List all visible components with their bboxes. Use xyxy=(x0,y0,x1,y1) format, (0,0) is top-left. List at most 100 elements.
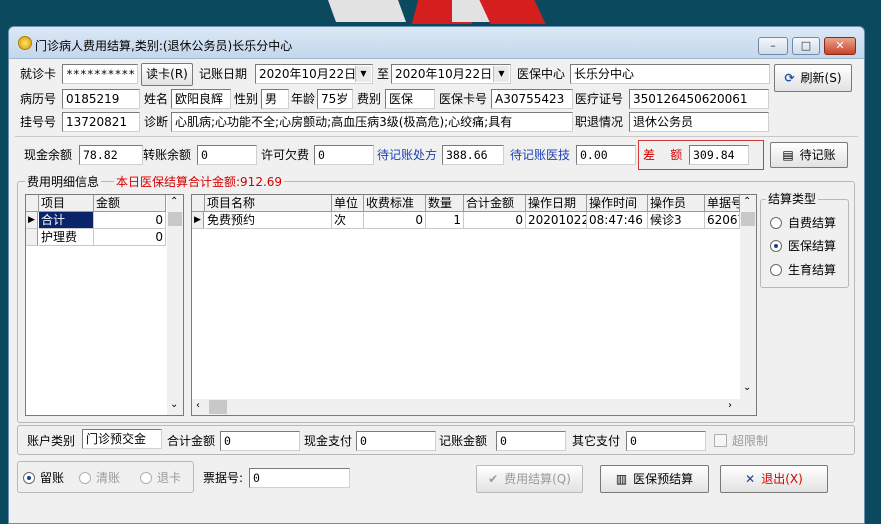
date-label: 记账日期 xyxy=(199,67,248,81)
ins-card-field[interactable]: A30755423 xyxy=(491,89,573,109)
list-item[interactable]: 合计 xyxy=(39,212,94,229)
pending-rx-field[interactable]: 388.66 xyxy=(442,145,504,165)
scroll-thumb-h[interactable] xyxy=(209,400,227,414)
vertical-scrollbar[interactable]: ⌃ ⌄ xyxy=(740,195,756,399)
name-field[interactable]: 欧阳良辉 xyxy=(171,89,231,109)
col-header-amount[interactable]: 金额 xyxy=(94,195,166,212)
refresh-icon: ⟳ xyxy=(784,71,795,85)
list-item[interactable]: 0 xyxy=(94,212,166,229)
account-type-field[interactable]: 门诊预交金 xyxy=(82,429,162,449)
table-row-bill[interactable]: 62067 xyxy=(705,212,740,229)
fee-settle-button[interactable]: ✔ 费用结算(Q) xyxy=(476,465,583,493)
minimize-button[interactable]: – xyxy=(758,37,788,55)
col-header-item[interactable]: 项目 xyxy=(39,195,94,212)
col-header-operator[interactable]: 操作员 xyxy=(648,195,705,212)
divider xyxy=(15,136,858,137)
chevron-down-icon[interactable]: ▼ xyxy=(355,66,371,82)
table-row-qty[interactable]: 1 xyxy=(426,212,464,229)
table-row-operator[interactable]: 候诊3 xyxy=(648,212,705,229)
table-row-total[interactable]: 0 xyxy=(464,212,526,229)
total-amount-field[interactable]: 0 xyxy=(220,431,300,451)
chevron-down-icon[interactable]: ▼ xyxy=(493,66,509,82)
table-row-name[interactable]: 免费预约 xyxy=(205,212,332,229)
transfer-balance-field[interactable]: 0 xyxy=(197,145,257,165)
table-row-time[interactable]: 08:47:46 xyxy=(587,212,648,229)
pending-tech-field[interactable]: 0.00 xyxy=(576,145,636,165)
col-header-unit[interactable]: 单位 xyxy=(332,195,364,212)
list-item[interactable]: 护理费 xyxy=(39,229,94,246)
close-button[interactable]: ✕ xyxy=(824,37,856,55)
close-icon: ✕ xyxy=(745,472,756,486)
scroll-thumb[interactable] xyxy=(168,212,182,226)
radio-refund-label[interactable]: 退卡 xyxy=(157,471,181,485)
cash-pay-field[interactable]: 0 xyxy=(356,431,436,451)
center-field[interactable]: 长乐分中心 xyxy=(570,64,770,84)
charge-amount-field[interactable]: 0 xyxy=(496,431,566,451)
date-to-select[interactable]: 2020年10月22日 ▼ xyxy=(391,64,511,84)
total-amount-label: 合计金额 xyxy=(167,434,216,448)
horizontal-scrollbar[interactable]: ‹ › xyxy=(192,399,740,415)
table-row-date[interactable]: 20201022 xyxy=(526,212,587,229)
scroll-left-icon[interactable]: ‹ xyxy=(196,400,200,411)
card-field[interactable]: ********** xyxy=(62,64,138,84)
radio-insurance-label[interactable]: 医保结算 xyxy=(788,239,836,253)
col-header-date[interactable]: 操作日期 xyxy=(526,195,587,212)
difference-field[interactable]: 309.84 xyxy=(689,145,749,165)
read-card-button[interactable]: 读卡(R) xyxy=(141,63,193,86)
pending-button[interactable]: ▤ 待记账 xyxy=(770,142,848,168)
radio-keep-label[interactable]: 留账 xyxy=(40,471,64,485)
ins-card-label: 医保卡号 xyxy=(439,92,488,106)
gender-field[interactable]: 男 xyxy=(261,89,289,109)
detail-title: 费用明细信息 xyxy=(25,175,102,189)
over-limit-label: 超限制 xyxy=(732,434,769,448)
bill-no-field[interactable]: 0 xyxy=(249,468,350,488)
diag-field[interactable]: 心肌病;心功能不全;心房颤动;高血压病3级(极高危);心绞痛;具有 xyxy=(171,112,573,132)
scroll-up-icon[interactable]: ⌃ xyxy=(170,196,178,207)
radio-clear[interactable] xyxy=(79,472,91,484)
date-from-select[interactable]: 2020年10月22日 ▼ xyxy=(255,64,373,84)
fee-type-field[interactable]: 医保 xyxy=(385,89,435,109)
col-header-bill[interactable]: 单据号 xyxy=(705,195,740,212)
radio-refund[interactable] xyxy=(140,472,152,484)
radio-maternity-label[interactable]: 生育结算 xyxy=(788,263,836,277)
radio-self-pay-label[interactable]: 自费结算 xyxy=(788,216,836,230)
other-pay-field[interactable]: 0 xyxy=(626,431,706,451)
record-no-field[interactable]: 0185219 xyxy=(62,89,140,109)
pending-rx-label: 待记账处方 xyxy=(377,148,438,162)
settle-type-title: 结算类型 xyxy=(766,192,819,206)
scroll-right-icon[interactable]: › xyxy=(728,400,732,411)
insurance-pre-settle-label: 医保预结算 xyxy=(633,472,694,486)
radio-maternity[interactable] xyxy=(770,264,782,276)
col-header-price[interactable]: 收费标准 xyxy=(364,195,426,212)
scroll-thumb[interactable] xyxy=(741,212,755,226)
radio-clear-label[interactable]: 清账 xyxy=(96,471,120,485)
col-header-total[interactable]: 合计金额 xyxy=(464,195,526,212)
reg-no-field[interactable]: 13720821 xyxy=(62,112,140,132)
table-row-price[interactable]: 0 xyxy=(364,212,426,229)
col-header-qty[interactable]: 数量 xyxy=(426,195,464,212)
col-header-name[interactable]: 项目名称 xyxy=(205,195,332,212)
col-header-time[interactable]: 操作时间 xyxy=(587,195,648,212)
allow-debt-field[interactable]: 0 xyxy=(314,145,374,165)
list-item[interactable]: 0 xyxy=(94,229,166,246)
scroll-down-icon[interactable]: ⌄ xyxy=(743,382,751,393)
refresh-button[interactable]: ⟳ 刷新(S) xyxy=(774,64,852,92)
scroll-down-icon[interactable]: ⌄ xyxy=(170,399,178,410)
reg-no-label: 挂号号 xyxy=(20,115,57,129)
maximize-button[interactable]: □ xyxy=(792,37,820,55)
retire-field[interactable]: 退休公务员 xyxy=(629,112,769,132)
radio-keep[interactable] xyxy=(23,472,35,484)
radio-self-pay[interactable] xyxy=(770,217,782,229)
cash-balance-field[interactable]: 78.82 xyxy=(79,145,143,165)
vertical-scrollbar[interactable]: ⌃ ⌄ xyxy=(167,195,183,415)
radio-insurance[interactable] xyxy=(770,240,782,252)
age-field[interactable]: 75岁 xyxy=(317,89,353,109)
med-cert-field[interactable]: 350126450620061 xyxy=(629,89,769,109)
table-row-unit[interactable]: 次 xyxy=(332,212,364,229)
exit-button[interactable]: ✕ 退出(X) xyxy=(720,465,828,493)
over-limit-checkbox[interactable] xyxy=(714,434,727,447)
card-label: 就诊卡 xyxy=(20,67,57,81)
insurance-pre-settle-button[interactable]: ▥ 医保预结算 xyxy=(600,465,709,493)
other-pay-label: 其它支付 xyxy=(572,434,621,448)
scroll-up-icon[interactable]: ⌃ xyxy=(743,196,751,207)
